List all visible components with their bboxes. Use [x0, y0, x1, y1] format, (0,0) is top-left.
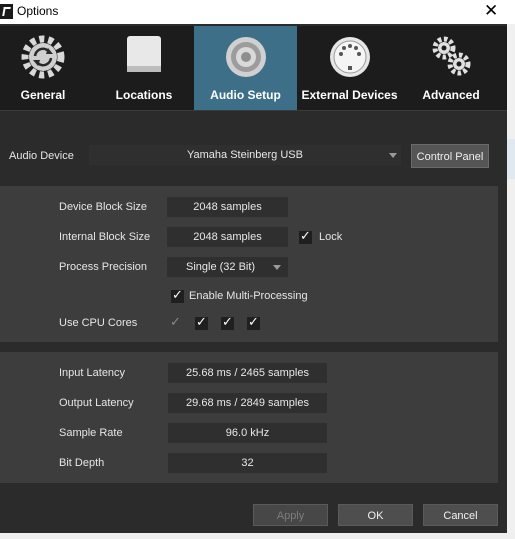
tab-locations[interactable]: Locations [97, 26, 191, 110]
sample-rate-label: Sample Rate [59, 427, 123, 439]
audio-device-select[interactable]: Yamaha Steinberg USB [89, 145, 401, 165]
apply-button[interactable]: Apply [253, 504, 328, 526]
output-latency-label: Output Latency [59, 397, 134, 409]
tab-audio-setup-label: Audio Setup [210, 88, 281, 102]
ok-button[interactable]: OK [338, 504, 413, 526]
background-window-edge [0, 533, 515, 539]
midi-plug-icon [329, 37, 370, 77]
device-block-size-field[interactable]: 2048 samples [167, 197, 288, 217]
internal-block-size-field[interactable]: 2048 samples [167, 227, 288, 247]
tab-external-devices[interactable]: External Devices [297, 26, 402, 110]
close-icon[interactable]: ✕ [484, 1, 498, 21]
process-precision-label: Process Precision [59, 261, 148, 273]
process-precision-select[interactable]: Single (32 Bit) [167, 257, 288, 277]
app-logo-icon [0, 4, 13, 19]
cpu-core-4-checkbox[interactable]: ✓ [247, 314, 260, 330]
checkmark-icon: ✓ [196, 314, 207, 329]
title-bar: Options ✕ [0, 0, 515, 24]
divider [0, 110, 507, 111]
checkmark-icon: ✓ [300, 228, 311, 243]
sample-rate-value: 96.0 kHz [168, 423, 327, 443]
hard-drive-icon [127, 36, 161, 72]
speaker-icon [225, 37, 266, 77]
process-precision-value: Single (32 Bit) [186, 261, 256, 273]
input-latency-value: 25.68 ms / 2465 samples [168, 363, 327, 383]
cpu-cores-label: Use CPU Cores [59, 317, 138, 329]
category-toolbar: General Locations Audio Setup External D… [0, 26, 507, 110]
cpu-core-3-checkbox[interactable]: ✓ [221, 314, 234, 330]
device-block-size-label: Device Block Size [59, 201, 148, 213]
checkmark-icon: ✓ [170, 314, 181, 329]
multi-processing-label: Enable Multi-Processing [189, 290, 308, 302]
bit-depth-value: 32 [168, 453, 327, 473]
multi-processing-checkbox[interactable]: ✓ [171, 287, 184, 303]
checkmark-icon: ✓ [222, 314, 233, 329]
tab-audio-setup[interactable]: Audio Setup [194, 26, 297, 110]
window-title: Options [17, 4, 59, 18]
chevron-down-icon [389, 153, 397, 158]
lock-checkbox[interactable]: ✓ [299, 228, 312, 244]
tab-external-devices-label: External Devices [301, 88, 398, 102]
lock-label: Lock [319, 231, 343, 243]
output-latency-value: 29.68 ms / 2849 samples [168, 393, 327, 413]
tab-advanced[interactable]: Advanced [402, 26, 500, 110]
gear-refresh-icon [21, 35, 65, 79]
tab-locations-label: Locations [115, 88, 173, 102]
audio-device-value: Yamaha Steinberg USB [187, 149, 303, 161]
audio-device-label: Audio Device [9, 150, 74, 162]
background-window-edge [507, 24, 515, 539]
cpu-core-1-checkbox: ✓ [169, 314, 182, 330]
tab-general-label: General [20, 88, 66, 102]
bit-depth-label: Bit Depth [59, 457, 105, 469]
cpu-core-2-checkbox[interactable]: ✓ [195, 314, 208, 330]
tab-general[interactable]: General [0, 26, 86, 110]
checkmark-icon: ✓ [172, 287, 183, 302]
internal-block-size-label: Internal Block Size [59, 231, 151, 243]
gears-icon [432, 36, 471, 76]
cancel-button[interactable]: Cancel [423, 504, 498, 526]
tab-advanced-label: Advanced [422, 88, 480, 102]
input-latency-label: Input Latency [59, 367, 126, 379]
chevron-down-icon [273, 265, 281, 270]
checkmark-icon: ✓ [248, 314, 259, 329]
control-panel-button[interactable]: Control Panel [411, 144, 489, 168]
